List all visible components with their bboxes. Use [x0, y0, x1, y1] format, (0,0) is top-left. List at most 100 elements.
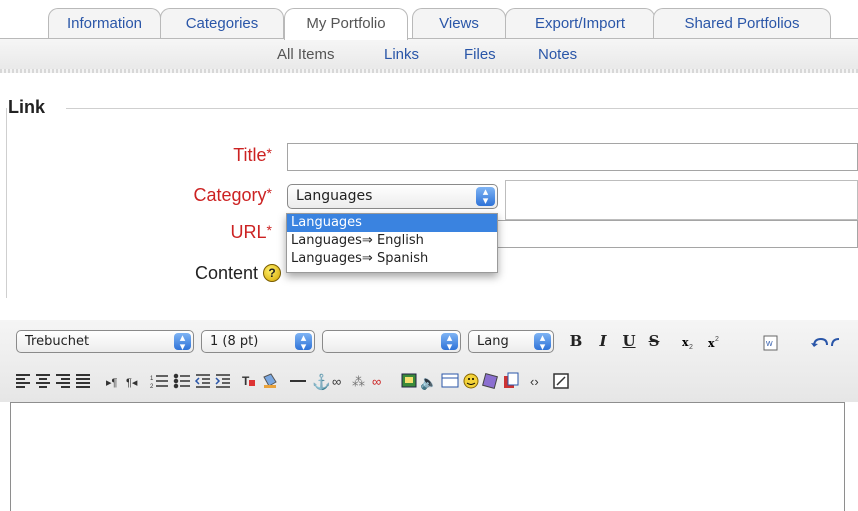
link-icon[interactable]: ∞: [332, 374, 341, 389]
category-label: Category*: [140, 185, 273, 206]
background-color-icon[interactable]: [263, 373, 277, 388]
category-select[interactable]: Languages ▴ ▾: [287, 184, 498, 209]
svg-text:x: x: [682, 336, 689, 349]
tab-shared-portfolios[interactable]: Shared Portfolios: [653, 8, 831, 38]
spellcheck-icon[interactable]: [504, 372, 519, 388]
special-char-icon[interactable]: [482, 373, 498, 389]
media-icon[interactable]: 🔈: [420, 374, 437, 391]
lang-select[interactable]: Lang ▴ ▾: [468, 330, 554, 353]
underline-button[interactable]: U: [620, 332, 638, 350]
tab-views[interactable]: Views: [412, 8, 506, 38]
table-icon[interactable]: [441, 373, 459, 388]
category-option[interactable]: Languages: [287, 214, 497, 232]
tab-my-portfolio[interactable]: My Portfolio: [284, 8, 408, 40]
subnav-all-items[interactable]: All Items: [277, 46, 335, 63]
font-family-select[interactable]: Trebuchet ▴ ▾: [16, 330, 194, 353]
anchor-icon[interactable]: ⚓: [312, 373, 331, 391]
unlink-icon[interactable]: ⁂: [352, 374, 365, 389]
svg-text:∞: ∞: [332, 374, 341, 389]
select-arrows-icon: ▴ ▾: [295, 332, 312, 352]
svg-text:2: 2: [715, 336, 719, 343]
bold-button[interactable]: B: [567, 332, 585, 350]
svg-text:x: x: [708, 337, 715, 350]
svg-text:2: 2: [689, 344, 693, 351]
select-arrows-icon: ▴ ▾: [441, 332, 458, 352]
justify-icon[interactable]: [76, 374, 90, 388]
subnav-divider: [0, 69, 858, 73]
title-label: Title*: [140, 145, 272, 166]
font-size-value: 1 (8 pt): [210, 334, 259, 349]
help-icon[interactable]: ?: [263, 264, 281, 282]
url-label-text: URL: [230, 222, 267, 242]
svg-text:∞: ∞: [372, 374, 381, 389]
svg-text:‹›: ‹›: [530, 374, 539, 389]
category-field-bg: [505, 180, 858, 220]
tab-categories[interactable]: Categories: [160, 8, 284, 38]
svg-text:T: T: [242, 374, 250, 388]
subnav: All Items Links Files Notes: [0, 39, 858, 69]
category-dropdown: Languages Languages⇒ English Languages⇒ …: [286, 213, 498, 273]
tab-export-import[interactable]: Export/Import: [505, 8, 655, 38]
unordered-list-icon[interactable]: [173, 373, 191, 389]
image-icon[interactable]: [401, 373, 417, 388]
align-right-icon[interactable]: [56, 374, 70, 388]
svg-text:¶◂: ¶◂: [126, 377, 138, 389]
subnav-links[interactable]: Links: [384, 46, 419, 63]
subnav-notes[interactable]: Notes: [538, 46, 577, 63]
undo-icon[interactable]: [811, 337, 828, 347]
content-editor[interactable]: [10, 402, 845, 511]
font-family-value: Trebuchet: [25, 334, 90, 349]
ordered-list-icon[interactable]: 12: [150, 375, 168, 390]
content-label: Content: [194, 263, 258, 283]
svg-text:1: 1: [150, 376, 154, 382]
svg-text:W: W: [766, 341, 773, 348]
select-arrows-icon: ▴ ▾: [476, 186, 495, 206]
tab-information[interactable]: Information: [48, 8, 161, 38]
no-link-icon[interactable]: ∞: [372, 374, 381, 389]
outdent-icon[interactable]: [194, 374, 210, 388]
page-edge: [845, 402, 858, 511]
required-mark: *: [266, 222, 272, 238]
italic-button[interactable]: I: [594, 332, 612, 350]
subnav-files[interactable]: Files: [464, 46, 496, 63]
category-option[interactable]: Languages⇒ English: [287, 232, 497, 250]
lang-value: Lang: [477, 334, 509, 349]
font-size-select[interactable]: 1 (8 pt) ▴ ▾: [201, 330, 315, 353]
redo-icon[interactable]: [831, 338, 840, 347]
text-color-icon[interactable]: T: [242, 374, 255, 388]
align-left-icon[interactable]: [16, 374, 30, 388]
smiley-icon[interactable]: [463, 373, 479, 389]
category-option[interactable]: Languages⇒ Spanish: [287, 250, 497, 268]
fieldset-border-left: [6, 108, 7, 298]
svg-text:⁂: ⁂: [352, 374, 365, 389]
html-source-icon[interactable]: ‹›: [530, 374, 539, 389]
svg-text:2: 2: [150, 384, 154, 390]
title-input[interactable]: [287, 143, 858, 171]
required-mark: *: [266, 185, 272, 201]
fullscreen-icon[interactable]: [553, 373, 569, 389]
subscript-icon[interactable]: x2: [682, 336, 693, 351]
url-input[interactable]: [496, 220, 858, 248]
svg-text:⚓: ⚓: [312, 373, 331, 391]
fieldset-border: [66, 108, 858, 109]
align-center-icon[interactable]: [36, 374, 50, 388]
select-arrows-icon: ▴ ▾: [534, 332, 551, 352]
indent-icon[interactable]: [215, 374, 230, 388]
toolbar-row1-icons: x2 x2 W: [682, 335, 840, 351]
ltr-icon[interactable]: ▸¶: [106, 377, 118, 389]
superscript-icon[interactable]: x2: [708, 336, 719, 350]
paste-word-icon[interactable]: W: [763, 335, 778, 351]
strikethrough-button[interactable]: S: [645, 332, 663, 350]
format-select[interactable]: ▴ ▾: [322, 330, 461, 353]
svg-text:▸¶: ▸¶: [106, 377, 118, 389]
svg-text:🔈: 🔈: [420, 374, 437, 391]
category-select-value: Languages: [296, 188, 373, 204]
required-mark: *: [266, 145, 272, 161]
select-arrows-icon: ▴ ▾: [174, 332, 191, 352]
fieldset-legend: Link: [8, 97, 46, 117]
url-label: URL*: [140, 222, 272, 243]
rtl-icon[interactable]: ¶◂: [126, 377, 138, 389]
title-label-text: Title: [233, 145, 267, 165]
category-label-text: Category: [193, 185, 267, 205]
toolbar-row2-icons: ▸¶ ¶◂ 12 T ⚓ ∞ ⁂ ∞ 🔈 ‹›: [16, 372, 569, 391]
